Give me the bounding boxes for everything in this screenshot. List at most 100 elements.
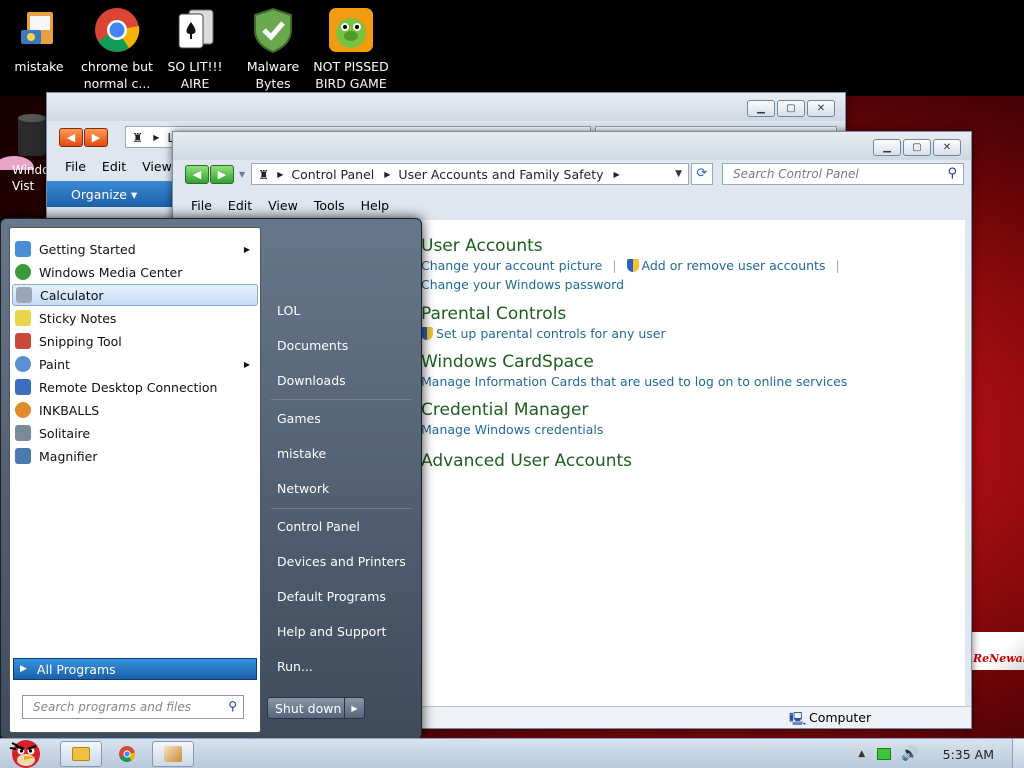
show-hidden-icons-icon[interactable]: ▲ [858, 749, 865, 759]
program-label: Remote Desktop Connection [39, 379, 218, 395]
breadcrumb-chevron-icon[interactable]: ▶ [614, 170, 620, 179]
maximize-button[interactable]: ▢ [777, 100, 805, 117]
desktop-icon-windows-vista[interactable]: Windo Vist [0, 110, 50, 220]
refresh-icon[interactable]: ⟳ [691, 163, 713, 185]
start-right-control-panel[interactable]: Control Panel [277, 519, 360, 534]
desktop-icon-solitaire[interactable]: SO LIT!!! AIRE [156, 6, 234, 92]
all-programs-button[interactable]: ▶ All Programs [13, 658, 257, 680]
cp-search-box[interactable]: Search Control Panel ⚲ [722, 163, 964, 185]
back-window-titlebar[interactable] [47, 93, 845, 121]
program-solitaire[interactable]: Solitaire [12, 422, 258, 444]
program-windows-media-center[interactable]: Windows Media Center [12, 261, 258, 283]
close-button[interactable]: ✕ [807, 100, 835, 117]
desktop-icon-chrome[interactable]: chrome but normal c... [78, 6, 156, 92]
taskbar: ▲ 🔊 5:35 AM [0, 738, 1024, 768]
program-label: Snipping Tool [39, 333, 122, 349]
volume-icon[interactable]: 🔊 [901, 746, 918, 762]
menu-edit[interactable]: Edit [220, 198, 260, 213]
start-right-downloads[interactable]: Downloads [277, 373, 346, 388]
start-menu-programs-pane: Getting Started ▶ Windows Media Center Ca… [9, 227, 261, 733]
paint-icon [15, 356, 31, 372]
cp-address-bar[interactable]: ♜ ▶ Control Panel ▶ User Accounts and Fa… [251, 163, 689, 185]
program-inkballs[interactable]: INKBALLS [12, 399, 258, 421]
breadcrumb-user-accounts[interactable]: User Accounts and Family Safety [398, 167, 603, 182]
task-link[interactable]: Set up parental controls for any user [436, 326, 666, 341]
desktop-icon-bird-game[interactable]: NOT PISSED BIRD GAME [312, 6, 390, 92]
program-paint[interactable]: Paint ▶ [12, 353, 258, 375]
task-link[interactable]: Add or remove user accounts [642, 258, 826, 273]
forward-arrow-icon[interactable]: ▶ [84, 128, 108, 147]
desktop-icon-malwarebytes[interactable]: Malware Bytes [234, 6, 312, 92]
start-right-run[interactable]: Run... [277, 659, 313, 674]
start-right-lol[interactable]: LOL [277, 303, 300, 318]
search-icon[interactable]: ⚲ [228, 699, 237, 713]
address-dropdown-icon[interactable]: ▼ [675, 169, 682, 179]
start-right-games[interactable]: Games [277, 411, 321, 426]
maximize-button[interactable]: ▢ [903, 139, 931, 156]
program-sticky-notes[interactable]: Sticky Notes [12, 307, 258, 329]
shutdown-button[interactable]: Shut down [268, 698, 344, 718]
start-button[interactable] [2, 733, 50, 768]
start-right-devices-printers[interactable]: Devices and Printers [277, 554, 406, 569]
menu-file[interactable]: File [183, 198, 220, 213]
menu-edit[interactable]: Edit [94, 159, 134, 174]
task-link[interactable]: Manage Information Cards that are used t… [421, 374, 847, 389]
organize-button[interactable]: Organize ▾ [47, 181, 177, 207]
all-programs-arrow-icon: ▶ [20, 664, 27, 674]
program-getting-started[interactable]: Getting Started ▶ [12, 238, 258, 260]
menu-tools[interactable]: Tools [306, 198, 353, 213]
calculator-icon [16, 287, 32, 303]
task-link[interactable]: Change your account picture [421, 258, 602, 273]
start-menu: Getting Started ▶ Windows Media Center Ca… [0, 218, 422, 740]
shutdown-options-arrow-icon[interactable]: ▶ [344, 698, 364, 718]
start-right-documents[interactable]: Documents [277, 338, 348, 353]
program-calculator[interactable]: Calculator [12, 284, 258, 306]
program-label: Getting Started [39, 241, 136, 257]
cp-window-nav: ◀ ▶ [185, 165, 234, 184]
submenu-arrow-icon: ▶ [243, 359, 250, 369]
start-right-default-programs[interactable]: Default Programs [277, 589, 386, 604]
task-title[interactable]: User Accounts [421, 236, 840, 256]
taskbar-explorer-button[interactable] [60, 741, 102, 767]
search-icon[interactable]: ⚲ [947, 166, 957, 181]
breadcrumb-chevron-icon[interactable]: ▶ [384, 170, 390, 179]
program-snipping-tool[interactable]: Snipping Tool [12, 330, 258, 352]
menu-help[interactable]: Help [353, 198, 398, 213]
task-link[interactable]: Manage Windows credentials [421, 422, 603, 437]
recent-pages-chevron-icon[interactable]: ▼ [239, 170, 245, 179]
explorer-icon [72, 747, 90, 761]
desktop-icon-mistake[interactable]: mistake [0, 6, 78, 75]
start-right-mistake[interactable]: mistake [277, 446, 326, 461]
start-right-help-support[interactable]: Help and Support [277, 624, 386, 639]
clock[interactable]: 5:35 AM [943, 747, 994, 762]
computer-folder-icon [15, 6, 63, 54]
menu-view[interactable]: View [260, 198, 306, 213]
angry-bird-start-icon [9, 740, 40, 768]
breadcrumb-control-panel[interactable]: Control Panel [291, 167, 374, 182]
inkballs-icon [15, 402, 31, 418]
network-icon[interactable] [877, 748, 892, 760]
task-advanced-user-accounts: Advanced User Accounts [421, 451, 632, 471]
computer-icon: 🖳 [789, 712, 807, 727]
cp-window-titlebar[interactable] [173, 132, 971, 160]
show-desktop-button[interactable] [1012, 739, 1024, 768]
minimize-button[interactable]: ▁ [747, 100, 775, 117]
forward-arrow-icon[interactable]: ▶ [210, 165, 234, 184]
task-title[interactable]: Advanced User Accounts [421, 451, 632, 471]
program-remote-desktop[interactable]: Remote Desktop Connection [12, 376, 258, 398]
desktop-icon-label: chrome but [81, 59, 153, 74]
task-link[interactable]: Change your Windows password [421, 277, 624, 292]
back-arrow-icon[interactable]: ◀ [185, 165, 209, 184]
minimize-button[interactable]: ▁ [873, 139, 901, 156]
task-title[interactable]: Windows CardSpace [421, 352, 847, 372]
back-arrow-icon[interactable]: ◀ [59, 128, 83, 147]
start-right-network[interactable]: Network [277, 481, 329, 496]
program-magnifier[interactable]: Magnifier [12, 445, 258, 467]
taskbar-control-panel-button[interactable] [152, 741, 194, 767]
taskbar-chrome-button[interactable] [106, 741, 148, 767]
menu-file[interactable]: File [57, 159, 94, 174]
task-title[interactable]: Credential Manager [421, 400, 603, 420]
start-search-box[interactable]: Search programs and files ⚲ [22, 695, 244, 719]
close-button[interactable]: ✕ [933, 139, 961, 156]
task-title[interactable]: Parental Controls [421, 304, 666, 324]
